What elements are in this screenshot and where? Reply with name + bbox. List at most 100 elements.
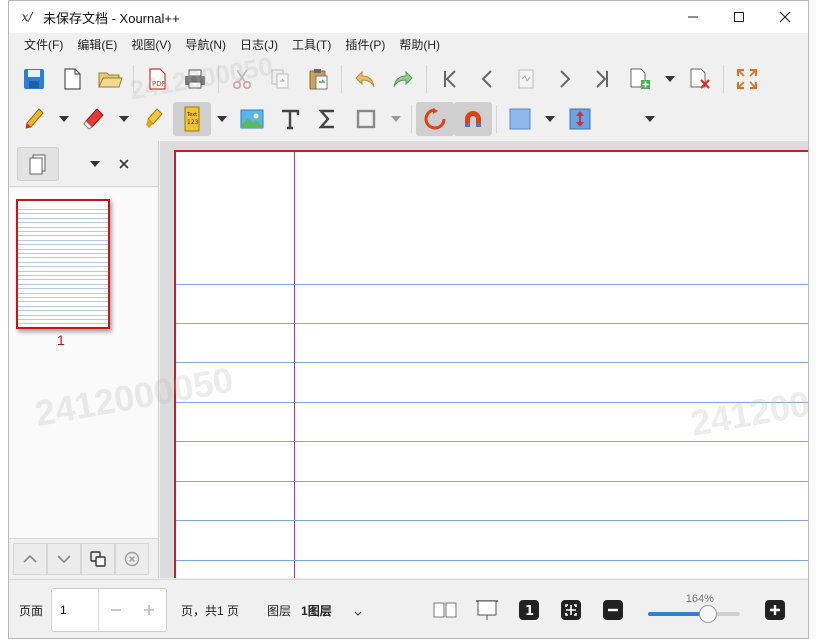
open-button[interactable]	[91, 62, 129, 96]
page-thumbnail[interactable]	[16, 199, 110, 329]
zoom-in-button[interactable]	[760, 595, 790, 625]
menu-edit[interactable]: 编辑(E)	[70, 33, 124, 57]
copy-button[interactable]	[261, 62, 299, 96]
eraser-tool-button[interactable]	[75, 102, 113, 136]
move-page-down-button[interactable]	[47, 542, 81, 575]
print-button[interactable]	[176, 62, 214, 96]
menu-help[interactable]: 帮助(H)	[392, 33, 447, 57]
zoom-slider-track[interactable]	[647, 612, 740, 616]
color-dropdown[interactable]	[539, 102, 561, 136]
chevron-left-icon	[481, 70, 492, 88]
document-page[interactable]	[174, 150, 808, 578]
rotation-snapping-button[interactable]	[416, 102, 454, 136]
toolbar-overflow-dropdown[interactable]	[639, 102, 661, 136]
plus-icon	[144, 605, 155, 615]
menu-view[interactable]: 视图(V)	[124, 33, 178, 57]
color-button[interactable]	[501, 102, 539, 136]
move-page-up-button[interactable]	[13, 542, 47, 575]
minimize-button[interactable]	[670, 1, 716, 33]
page-decrement-button[interactable]	[99, 603, 132, 617]
maximize-icon	[734, 12, 744, 22]
eraser-dropdown[interactable]	[113, 102, 135, 136]
math-tex-button[interactable]	[309, 102, 347, 136]
shape-tool-button[interactable]	[347, 102, 385, 136]
pen-tool-button[interactable]	[15, 102, 53, 136]
pen-dropdown[interactable]	[53, 102, 75, 136]
menu-file[interactable]: 文件(F)	[17, 33, 70, 57]
copy-icon	[271, 69, 289, 89]
menu-tools[interactable]: 工具(T)	[285, 33, 338, 57]
close-button[interactable]	[762, 1, 808, 33]
zoom-100-button[interactable]: 1	[514, 595, 544, 625]
layer-select[interactable]: 1图层	[301, 602, 332, 619]
page-number-input[interactable]: 1	[52, 589, 100, 631]
delete-page-button[interactable]	[681, 62, 719, 96]
rotate-snap-icon	[424, 108, 446, 130]
page-total-label: 页，共1 页	[181, 603, 240, 618]
paste-button[interactable]	[299, 62, 337, 96]
sidebar-page-preview-button[interactable]	[17, 146, 59, 181]
redo-icon	[393, 70, 413, 88]
page-rule-line	[176, 402, 808, 403]
vertical-space-button[interactable]	[561, 102, 599, 136]
page-rule-line	[176, 441, 808, 442]
toolbar-separator	[496, 105, 497, 133]
save-button[interactable]	[15, 62, 53, 96]
pages-icon	[29, 154, 46, 174]
new-document-button[interactable]	[53, 62, 91, 96]
add-page-icon	[630, 68, 650, 89]
export-pdf-button[interactable]: PDF	[138, 62, 176, 96]
document-canvas[interactable]: 2412000	[160, 141, 808, 578]
insert-page-dropdown[interactable]	[659, 62, 681, 96]
page-increment-button[interactable]	[133, 603, 166, 617]
first-page-button[interactable]	[431, 62, 469, 96]
thumbnail-rule-line	[18, 288, 108, 290]
zoom-fit-button[interactable]	[556, 595, 586, 625]
grid-snapping-button[interactable]	[454, 102, 492, 136]
magnet-icon	[465, 111, 481, 127]
minus-icon	[110, 609, 121, 611]
zoom-out-button[interactable]	[598, 595, 628, 625]
window-title: 未保存文档 - Xournal++	[43, 10, 180, 26]
zoom-slider-handle[interactable]	[699, 605, 718, 623]
color-swatch-icon	[509, 108, 531, 130]
zoom-100-icon: 1	[518, 600, 539, 620]
sidebar-close-button[interactable]	[119, 156, 129, 172]
menu-navigation[interactable]: 导航(N)	[178, 33, 233, 57]
sidebar-view-dropdown[interactable]	[89, 157, 101, 171]
zoom-in-icon	[764, 600, 785, 620]
menu-plugins[interactable]: 插件(P)	[338, 33, 392, 57]
next-page-button[interactable]	[545, 62, 583, 96]
cut-button[interactable]	[223, 62, 261, 96]
app-window: x/ 未保存文档 - Xournal++ 文件(F) 编辑(E) 视图(V) 导…	[8, 0, 809, 639]
insert-page-button[interactable]	[621, 62, 659, 96]
shape-dropdown[interactable]	[385, 102, 407, 136]
page-spinner[interactable]: 1	[51, 588, 168, 632]
image-tool-button[interactable]	[233, 102, 271, 136]
thumbnail-rule-line	[18, 209, 108, 210]
menu-journal[interactable]: 日志(J)	[233, 33, 285, 57]
undo-button[interactable]	[346, 62, 384, 96]
thumbnail-rule-line	[18, 213, 108, 215]
toolbar-separator	[341, 65, 342, 93]
goto-page-button[interactable]	[507, 62, 545, 96]
last-page-button[interactable]	[583, 62, 621, 96]
two-pages-button[interactable]	[430, 595, 460, 625]
caret-down-icon	[645, 116, 655, 122]
text-button[interactable]	[271, 102, 309, 136]
layer-dropdown[interactable]	[354, 606, 362, 620]
tools-toolbar: Text 123	[9, 99, 808, 139]
delete-page-sidebar-button[interactable]	[115, 542, 149, 575]
zoom-slider[interactable]: 164%	[642, 590, 742, 630]
redo-button[interactable]	[384, 62, 422, 96]
previous-page-button[interactable]	[469, 62, 507, 96]
toolbar-separator	[411, 105, 412, 133]
text-tool-button[interactable]: Text 123	[173, 102, 211, 136]
text-tool-dropdown[interactable]	[211, 102, 233, 136]
highlighter-tool-button[interactable]	[135, 102, 173, 136]
fullscreen-button[interactable]	[728, 62, 766, 96]
presentation-mode-button[interactable]	[472, 595, 502, 625]
maximize-button[interactable]	[716, 1, 762, 33]
duplicate-page-button[interactable]	[81, 542, 115, 575]
two-pages-icon	[433, 602, 457, 618]
